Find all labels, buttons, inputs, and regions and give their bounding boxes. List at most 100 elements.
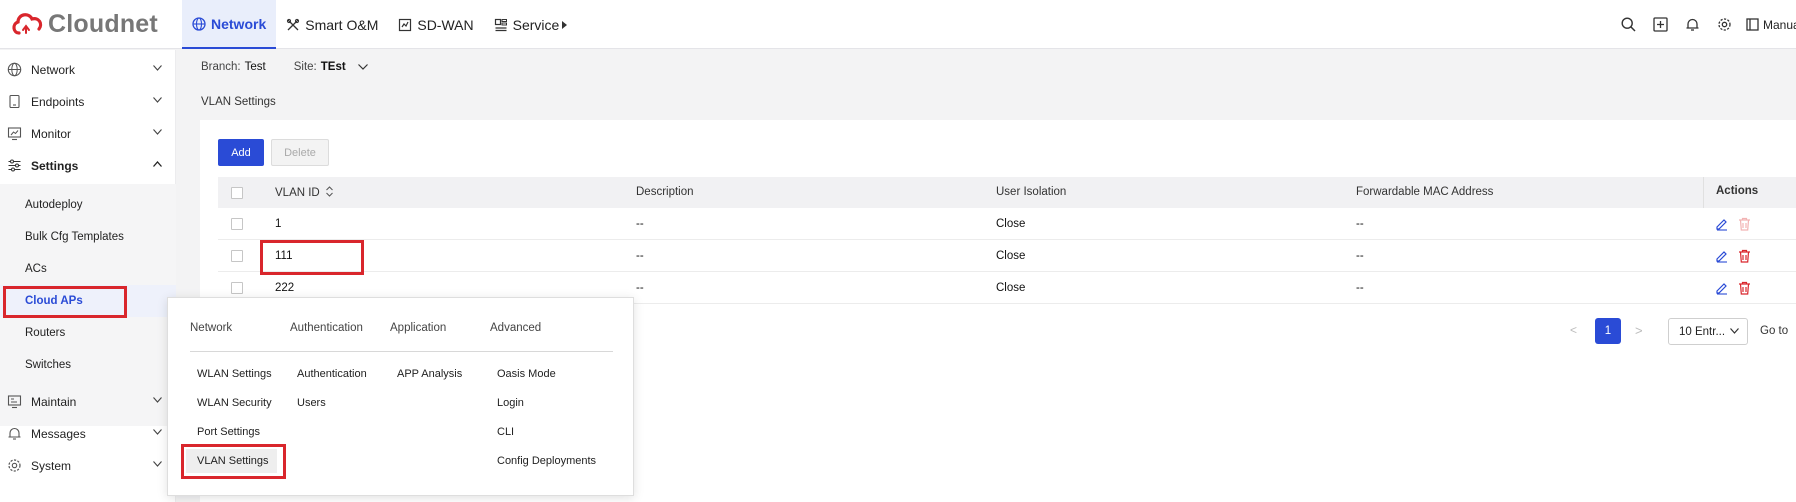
topnav-label: SD-WAN xyxy=(417,16,474,33)
menu-item-wlan-settings[interactable]: WLAN Settings xyxy=(190,362,280,386)
menu-item-oasis-mode[interactable]: Oasis Mode xyxy=(490,362,564,386)
chevron-down-icon xyxy=(153,65,162,71)
cell-user-isolation: Close xyxy=(996,218,1026,230)
cell-user-isolation: Close xyxy=(996,250,1026,262)
add-button[interactable] xyxy=(1644,0,1676,49)
sidebar: Network Endpoints Monitor Settings Autod… xyxy=(0,50,176,502)
manual-link[interactable]: Manua xyxy=(1740,18,1796,32)
monitor-icon xyxy=(7,126,22,141)
select-all-checkbox[interactable] xyxy=(231,187,243,199)
delete-icon[interactable] xyxy=(1738,249,1751,263)
sidebar-subitem-bulk-cfg-templates[interactable]: Bulk Cfg Templates xyxy=(0,221,176,253)
pager-prev[interactable]: < xyxy=(1570,323,1577,337)
menu-item-port-settings[interactable]: Port Settings xyxy=(190,420,268,444)
sidebar-subitem-cloud-aps[interactable]: Cloud APs xyxy=(0,285,176,317)
chevron-down-icon xyxy=(153,97,162,103)
search-button[interactable] xyxy=(1612,0,1644,49)
sort-icon xyxy=(326,186,333,200)
column-divider xyxy=(1703,177,1704,208)
table-row: 111 -- Close -- xyxy=(218,240,1796,272)
column-vlan-id[interactable]: VLAN ID xyxy=(275,186,333,200)
caret-right-icon xyxy=(562,20,568,29)
sidebar-subitem-routers[interactable]: Routers xyxy=(0,317,176,349)
search-icon xyxy=(1620,17,1636,32)
chevron-down-icon xyxy=(1730,328,1739,334)
edit-icon[interactable] xyxy=(1715,217,1729,231)
sidebar-item-label: Monitor xyxy=(31,127,72,141)
sidebar-item-network[interactable]: Network xyxy=(0,54,176,86)
chevron-down-icon xyxy=(153,129,162,135)
chevron-up-icon xyxy=(153,161,162,167)
menu-item-app-analysis[interactable]: APP Analysis xyxy=(390,362,470,386)
menu-item-vlan-settings[interactable]: VLAN Settings xyxy=(186,449,277,473)
menu-item-authentication[interactable]: Authentication xyxy=(290,362,375,386)
topnav-smart-om[interactable]: Smart O&M xyxy=(276,0,388,49)
sidebar-item-label: Network xyxy=(31,63,76,77)
top-right-tools: Manua xyxy=(1612,0,1796,49)
menu-item-users[interactable]: Users xyxy=(290,391,334,415)
edit-icon[interactable] xyxy=(1715,249,1729,263)
notifications-button[interactable] xyxy=(1676,0,1708,49)
branch-key: Branch: xyxy=(201,60,241,73)
menu-heading-authentication: Authentication xyxy=(290,322,363,334)
menu-item-wlan-security[interactable]: WLAN Security xyxy=(190,391,280,415)
delete-icon xyxy=(1738,217,1751,231)
topnav-label: Network xyxy=(211,15,267,32)
page-size-select[interactable]: 10 Entr... xyxy=(1668,318,1748,345)
sidebar-item-system[interactable]: System xyxy=(0,450,176,482)
edit-icon[interactable] xyxy=(1715,281,1729,295)
sidebar-item-maintain[interactable]: Maintain xyxy=(0,386,176,418)
table-row: 1 -- Close -- xyxy=(218,208,1796,240)
page-size-value: 10 Entr... xyxy=(1679,325,1726,338)
gear-icon xyxy=(7,458,22,473)
menu-heading-network: Network xyxy=(190,322,233,334)
pager-next[interactable]: > xyxy=(1635,323,1643,338)
topnav-sd-wan[interactable]: SD-WAN xyxy=(388,0,483,49)
column-actions: Actions xyxy=(1716,185,1759,197)
cell-vlan-id[interactable]: 111 xyxy=(275,250,292,262)
menu-item-cli[interactable]: CLI xyxy=(490,420,522,444)
cell-vlan-id: 222 xyxy=(275,282,295,294)
endpoint-icon xyxy=(7,94,22,109)
chevron-down-icon[interactable] xyxy=(357,63,368,70)
menu-item-login[interactable]: Login xyxy=(490,391,532,415)
manual-label: Manua xyxy=(1763,17,1796,32)
chevron-down-icon xyxy=(153,461,162,467)
delete-button[interactable]: Delete xyxy=(271,139,329,166)
sidebar-item-messages[interactable]: Messages xyxy=(0,418,176,450)
delete-icon[interactable] xyxy=(1738,281,1751,295)
topnav-service[interactable]: Service xyxy=(484,0,578,49)
row-checkbox[interactable] xyxy=(231,218,243,230)
top-bar: Cloudnet Network Smart O&M SD-WAN Servic… xyxy=(0,0,1796,49)
bell-icon xyxy=(1685,17,1700,32)
site-value[interactable]: TEst xyxy=(321,61,346,73)
cloud-logo-icon xyxy=(10,9,44,39)
book-icon xyxy=(1746,18,1759,31)
topnav-label: Smart O&M xyxy=(305,16,379,33)
menu-item-config-deployments[interactable]: Config Deployments xyxy=(490,449,604,473)
cell-description: -- xyxy=(636,250,644,262)
sidebar-item-settings[interactable]: Settings xyxy=(0,150,176,182)
cell-user-isolation: Close xyxy=(996,282,1026,294)
row-checkbox[interactable] xyxy=(231,250,243,262)
topnav-network[interactable]: Network xyxy=(182,0,277,49)
sliders-icon xyxy=(7,158,22,173)
settings-button[interactable] xyxy=(1708,0,1740,49)
row-checkbox[interactable] xyxy=(231,282,243,294)
topnav-label: Service xyxy=(512,16,560,33)
tools-icon xyxy=(286,18,300,32)
sidebar-item-endpoints[interactable]: Endpoints xyxy=(0,86,176,118)
branch-value[interactable]: Test xyxy=(245,61,266,73)
settings-dropdown-menu: Network Authentication Application Advan… xyxy=(167,297,634,496)
sidebar-subitem-autodeploy[interactable]: Autodeploy xyxy=(0,189,176,221)
cloudnet-logo[interactable]: Cloudnet xyxy=(10,8,158,40)
add-button[interactable]: Add xyxy=(218,139,264,166)
sidebar-item-monitor[interactable]: Monitor xyxy=(0,118,176,150)
page-title: VLAN Settings xyxy=(200,87,1796,119)
pager-goto-label: Go to xyxy=(1760,325,1789,337)
sidebar-subitem-acs[interactable]: ACs xyxy=(0,253,176,285)
sidebar-subitem-switches[interactable]: Switches xyxy=(0,349,176,381)
globe-icon xyxy=(7,62,22,77)
chevron-down-icon xyxy=(153,397,162,403)
pager-page-1[interactable]: 1 xyxy=(1595,318,1621,344)
